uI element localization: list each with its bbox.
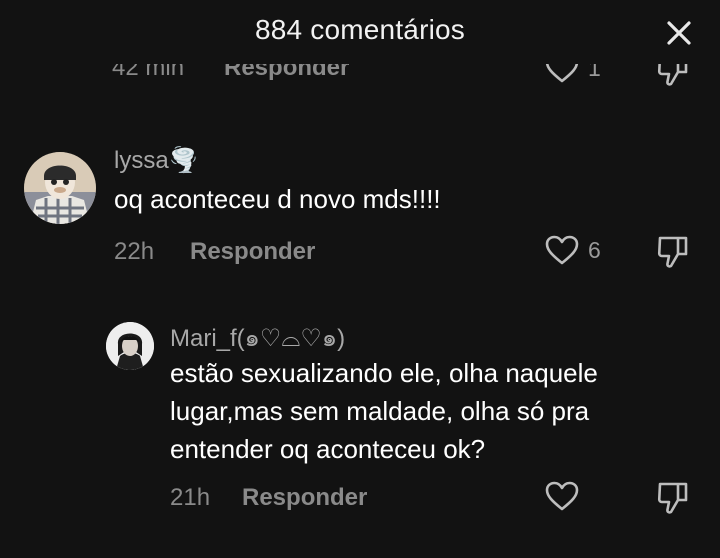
comment-text-line: estão sexualizando ele, olha naquele	[170, 358, 598, 388]
comment-username[interactable]: lyssa🌪️	[114, 146, 199, 175]
avatar[interactable]	[24, 152, 96, 224]
comment-time: 22h	[114, 238, 155, 265]
reply-button[interactable]: Responder	[190, 238, 315, 266]
comment-text: oq aconteceu d novo mds!!!!	[114, 184, 441, 214]
avatar-photo	[106, 322, 154, 370]
like-button[interactable]: 6	[544, 234, 601, 266]
close-icon	[667, 21, 691, 45]
like-count: 6	[588, 236, 601, 263]
dislike-icon[interactable]	[656, 480, 690, 516]
comments-header: 884 comentários	[0, 0, 720, 64]
comment-text-line: lugar,mas sem maldade, olha só pra	[170, 396, 590, 426]
heart-icon	[545, 481, 579, 511]
like-button[interactable]	[544, 480, 588, 512]
comment-text-line: entender oq aconteceu ok?	[170, 434, 486, 464]
comment-time: 21h	[170, 484, 211, 511]
comment-item: lyssa🌪️ oq aconteceu d novo mds!!!! 22h …	[0, 140, 720, 280]
close-button[interactable]	[664, 18, 694, 48]
previous-comment-meta: 42 min Responder 1	[0, 58, 720, 98]
reply-button[interactable]: Responder	[242, 484, 367, 512]
comments-count-title: 884 comentários	[254, 14, 465, 45]
comment-text: estão sexualizando ele, olha naquele lug…	[170, 354, 598, 468]
heart-icon	[545, 235, 579, 265]
comment-username[interactable]: Mari_f(๑♡⌓♡๑)	[170, 318, 345, 357]
dislike-icon[interactable]	[656, 234, 690, 270]
avatar[interactable]	[106, 322, 154, 370]
reply-comment-item: Mari_f(๑♡⌓♡๑) estão sexualizando ele, ol…	[0, 310, 720, 530]
avatar-photo	[24, 152, 96, 224]
